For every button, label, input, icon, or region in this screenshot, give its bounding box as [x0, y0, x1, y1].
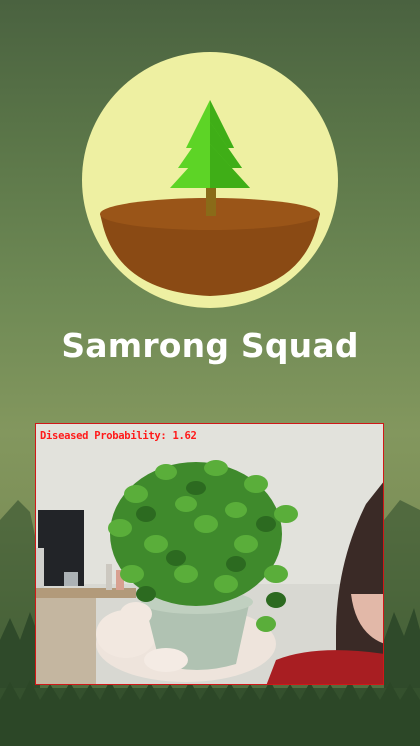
app-logo	[82, 52, 338, 308]
camera-frame-image	[36, 424, 383, 684]
camera-feed: Diseased Probability: 1.62	[35, 423, 384, 685]
app-title: Samrong Squad	[61, 326, 359, 365]
tree-in-pot-icon	[100, 100, 320, 296]
diseased-probability-label: Diseased Probability: 1.62	[40, 430, 197, 442]
